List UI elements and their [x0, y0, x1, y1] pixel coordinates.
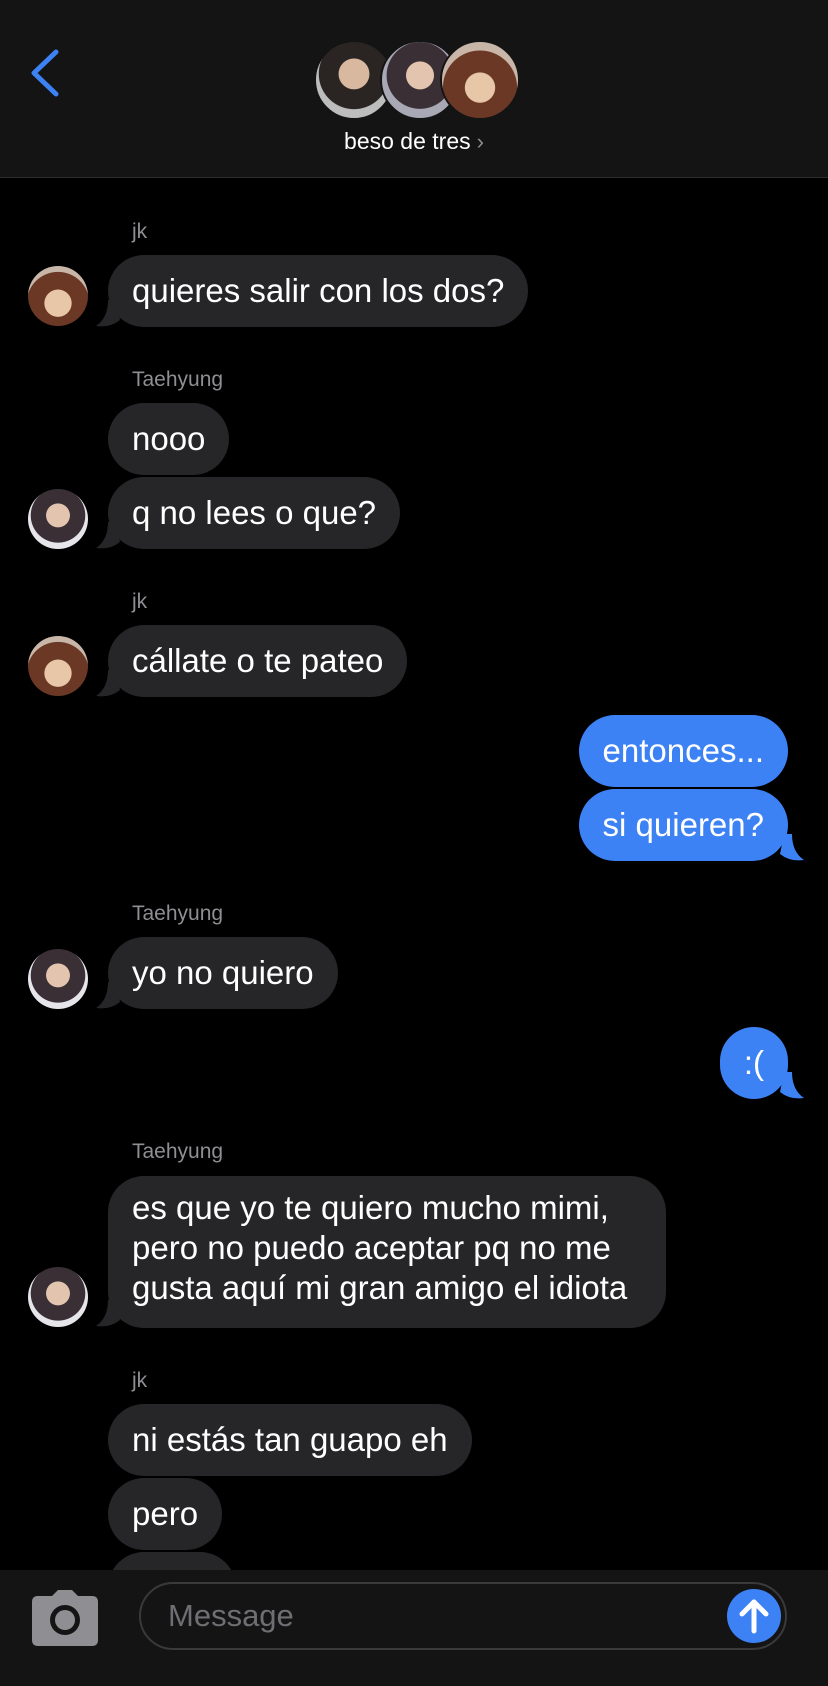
- group-avatars[interactable]: [314, 40, 520, 120]
- conversation-header: beso de tres ›: [0, 0, 828, 178]
- outgoing-message-bubble[interactable]: :(: [719, 1027, 788, 1099]
- incoming-message-bubble[interactable]: es que yo te quiero mucho mimi, pero no …: [108, 1176, 666, 1328]
- chevron-right-icon: ›: [476, 129, 484, 154]
- camera-icon[interactable]: [32, 1590, 98, 1646]
- outgoing-message-bubble[interactable]: entonces...: [578, 715, 788, 787]
- incoming-message-bubble[interactable]: ni estás tan guapo eh: [108, 1404, 472, 1476]
- sender-name: Taehyung: [132, 368, 224, 391]
- avatar: [28, 636, 88, 696]
- group-name[interactable]: beso de tres ›: [0, 128, 828, 155]
- back-chevron-icon[interactable]: [26, 46, 66, 100]
- incoming-message-bubble[interactable]: quieres salir con los dos?: [108, 255, 529, 327]
- group-name-label: beso de tres: [344, 128, 471, 154]
- send-button[interactable]: [727, 1589, 781, 1643]
- incoming-message-bubble[interactable]: pero: [108, 1478, 223, 1550]
- sender-name: jk: [132, 1369, 148, 1392]
- avatar: [28, 949, 88, 1009]
- avatar: [28, 266, 88, 326]
- message-composer: Message: [0, 1570, 828, 1686]
- incoming-message-bubble[interactable]: nooo: [108, 403, 230, 475]
- avatar: [28, 489, 88, 549]
- sender-name: jk: [132, 590, 148, 613]
- sender-name: Taehyung: [132, 1140, 224, 1163]
- avatar: [28, 1267, 88, 1327]
- incoming-message-bubble[interactable]: yo no quiero: [108, 937, 338, 1009]
- incoming-message-bubble[interactable]: cállate o te pateo: [108, 625, 408, 697]
- avatar: [440, 40, 520, 120]
- outgoing-message-bubble[interactable]: si quieren?: [578, 789, 788, 861]
- sender-name: Taehyung: [132, 902, 224, 925]
- sender-name: jk: [132, 220, 148, 243]
- incoming-message-bubble[interactable]: q no lees o que?: [108, 477, 401, 549]
- message-input[interactable]: Message: [139, 1582, 787, 1650]
- message-placeholder: Message: [168, 1598, 294, 1633]
- arrow-up-icon: [739, 1599, 769, 1634]
